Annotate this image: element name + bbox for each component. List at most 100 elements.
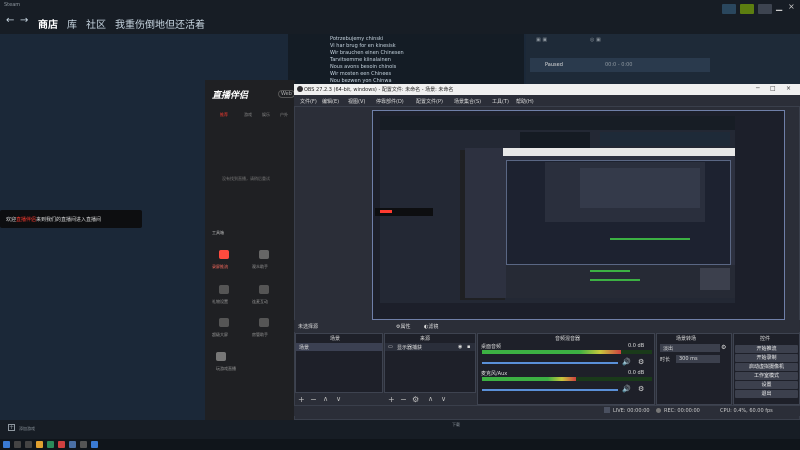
taskbar-app-icon[interactable] [80, 441, 87, 448]
taskbar-app-icon[interactable] [25, 441, 32, 448]
taskbar-app-icon[interactable] [36, 441, 43, 448]
steam-menu[interactable]: Steam [4, 2, 20, 8]
taskbar-app-icon[interactable] [14, 441, 21, 448]
properties-label: 属性 [400, 324, 411, 330]
filters-label: 滤镜 [428, 324, 439, 330]
tab-library[interactable]: 库 [67, 16, 77, 31]
source-item-label: 显示器捕获 [397, 345, 423, 351]
sources-dock [384, 333, 476, 393]
speaker-icon[interactable]: 🔊 [622, 358, 631, 366]
visibility-icon[interactable]: ◉ [458, 344, 462, 350]
taskbar-app-icon[interactable] [47, 441, 54, 448]
source-down-icon[interactable]: ∨ [441, 395, 446, 403]
back-arrow-icon[interactable]: ← [6, 15, 14, 26]
menu-profile[interactable]: 配置文件(P) [416, 98, 443, 105]
virtual-camera-button[interactable]: 启动虚拟摄像机 [735, 363, 798, 371]
friends-icon[interactable]: ◎ ▣ [590, 37, 601, 43]
mixer-track-db: 0.0 dB [628, 343, 645, 349]
downloads-button[interactable]: 下载 [452, 422, 460, 428]
tool-label: 超级大屏 [212, 332, 228, 337]
no-source-label: 未选择源 [298, 324, 319, 330]
minimize-icon[interactable]: ─ [756, 85, 760, 92]
mixer-header: 音频混音器 [555, 336, 581, 342]
game-item[interactable]: 玩游戏直播 [216, 366, 236, 372]
duration-label: 时长 [660, 357, 671, 363]
menu-help[interactable]: 帮助(H) [516, 98, 534, 105]
taskbar-app-icon[interactable] [91, 441, 98, 448]
tab-store[interactable]: 商店 [38, 16, 58, 31]
assistant-tab[interactable]: 娱乐 [262, 112, 270, 118]
gift-icon[interactable] [219, 285, 229, 294]
close-icon[interactable]: × [786, 85, 791, 92]
add-game-button[interactable]: 添加游戏 [19, 426, 35, 432]
push-stream-icon[interactable] [219, 250, 229, 259]
menu-scene-collection[interactable]: 场景集合(S) [454, 98, 481, 105]
obs-menubar [294, 95, 800, 107]
wallet-badge[interactable] [740, 4, 754, 14]
source-add-icon[interactable]: + [388, 395, 395, 404]
link-mic-icon[interactable] [259, 285, 269, 294]
mixer-track-name: 桌面音频 [481, 344, 502, 350]
close-icon[interactable]: × [788, 2, 795, 11]
gear-icon[interactable]: ⚙ [638, 385, 644, 393]
forward-arrow-icon[interactable]: → [20, 15, 28, 26]
scene-add-icon[interactable]: + [298, 395, 305, 404]
game-icon[interactable] [216, 352, 226, 361]
maximize-icon[interactable]: □ [770, 85, 776, 92]
sources-header: 来源 [420, 336, 431, 342]
nested-controls [700, 268, 730, 290]
assistant-tab[interactable]: 游戏 [244, 112, 252, 118]
volume-slider[interactable] [482, 362, 618, 364]
menu-view[interactable]: 视图(V) [348, 98, 365, 105]
minimize-icon[interactable]: ▁ [776, 2, 782, 11]
menu-tools[interactable]: 工具(T) [492, 98, 509, 105]
friend-name: Paused [545, 62, 563, 68]
properties-button[interactable]: ⚙属性 [396, 323, 411, 330]
avatar[interactable] [758, 4, 772, 14]
source-settings-icon[interactable]: ⚙ [412, 395, 419, 404]
gear-icon[interactable]: ⚙ [638, 358, 644, 366]
volume-slider[interactable] [482, 389, 618, 391]
nested-meter [590, 270, 630, 272]
speaker-icon[interactable]: 🔊 [622, 385, 631, 393]
nested-steam-bar [380, 116, 735, 130]
source-remove-icon[interactable]: − [400, 395, 407, 404]
tab-community[interactable]: 社区 [86, 16, 106, 31]
admin-icon[interactable] [259, 318, 269, 327]
gear-icon[interactable]: ⚙ [721, 344, 726, 351]
cpu-usage: CPU: 0.4%, 60.00 fps [720, 408, 773, 414]
start-streaming-button[interactable]: 开始推流 [735, 345, 798, 353]
source-up-icon[interactable]: ∧ [428, 395, 433, 403]
tab-profile[interactable]: 我重伤倒地但还活着 [115, 16, 205, 31]
menu-docks[interactable]: 停靠部件(D) [376, 98, 404, 105]
scene-up-icon[interactable]: ∧ [323, 395, 328, 403]
windows-taskbar [0, 439, 800, 450]
menu-edit[interactable]: 编辑(E) [322, 98, 339, 105]
taskbar-app-icon[interactable] [69, 441, 76, 448]
studio-mode-button[interactable]: 工作室模式 [735, 372, 798, 380]
chat-panel [288, 34, 524, 84]
assistant-tab[interactable]: 户外 [280, 112, 288, 118]
start-recording-button[interactable]: 开始录制 [735, 354, 798, 362]
filters-button[interactable]: ◐滤镜 [424, 323, 438, 330]
menu-file[interactable]: 文件(F) [300, 98, 317, 105]
stream-status-icon [604, 407, 610, 413]
screen-icon[interactable] [219, 318, 229, 327]
scene-remove-icon[interactable]: − [310, 395, 317, 404]
settings-button[interactable]: 设置 [735, 381, 798, 389]
friends-icon[interactable]: ▣ ▣ [536, 37, 547, 43]
rec-time: REC: 00:00:00 [664, 408, 700, 414]
scene-item-label: 场景 [299, 345, 310, 351]
start-icon[interactable] [3, 441, 10, 448]
add-game-icon[interactable]: + [8, 424, 15, 431]
notification-icon[interactable] [722, 4, 736, 14]
assistant-tab[interactable]: 推荐 [220, 112, 228, 118]
lock-icon[interactable]: ▪ [467, 344, 470, 350]
chat-line: Nous avons besoin chinois [330, 64, 397, 70]
duration-value: 300 ms [679, 356, 698, 362]
audience-icon[interactable] [259, 250, 269, 259]
volume-meter-fill [482, 377, 576, 381]
scene-down-icon[interactable]: ∨ [336, 395, 341, 403]
taskbar-app-icon[interactable] [58, 441, 65, 448]
exit-button[interactable]: 退出 [735, 390, 798, 398]
